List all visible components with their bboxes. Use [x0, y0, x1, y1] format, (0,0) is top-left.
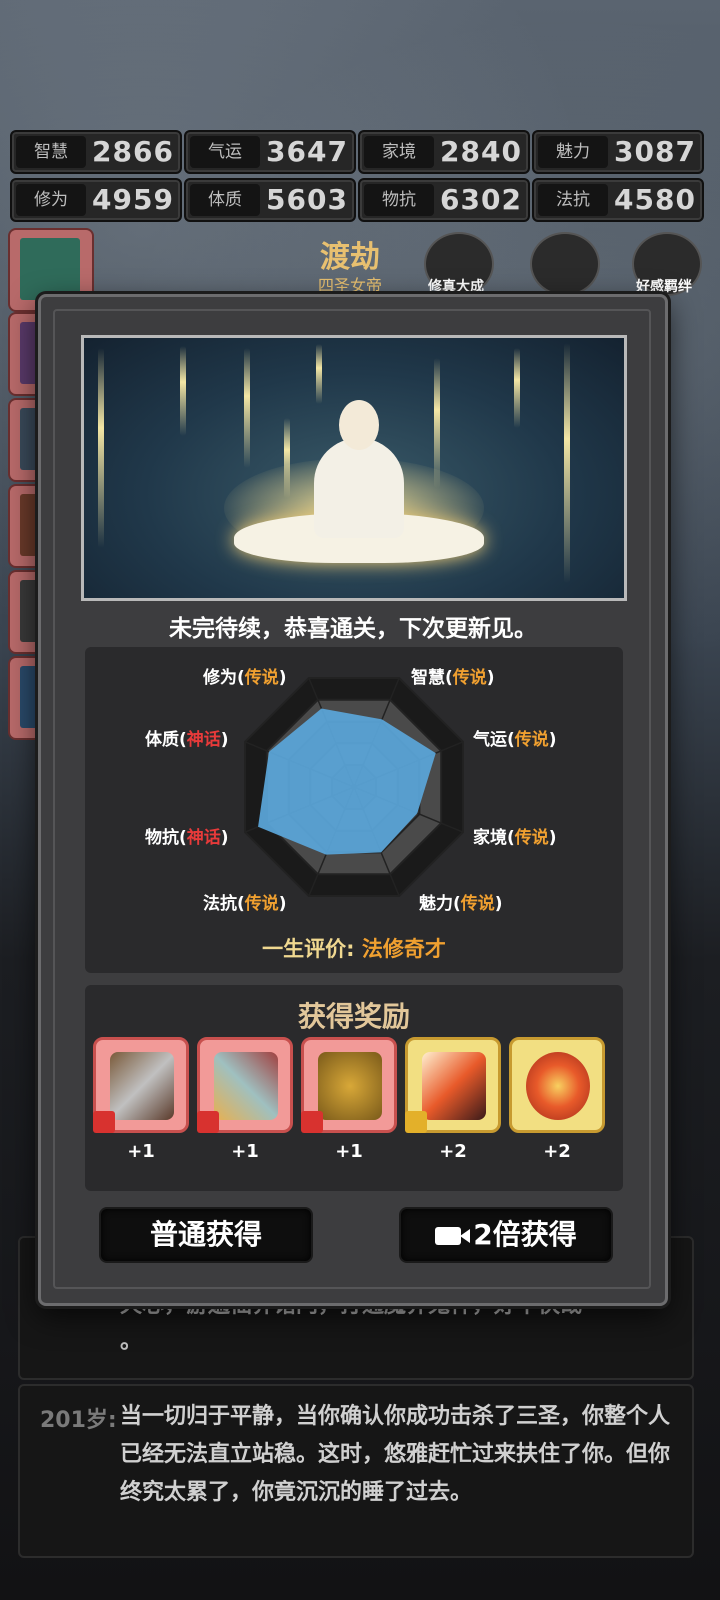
stat-magic-resist: 法抗 4580 — [532, 178, 704, 222]
ending-caption: 未完待续，恭喜通关，下次更新见。 — [169, 616, 537, 642]
axis-phys-resist: 物抗(神话) — [145, 828, 229, 848]
stat-value: 6302 — [440, 183, 522, 216]
meditation-label: 修真大成 — [428, 279, 484, 295]
ascension-scene-image — [81, 335, 627, 601]
stat-value: 4959 — [92, 183, 174, 216]
double-claim-button[interactable]: 2倍获得 — [401, 1209, 611, 1261]
stat-charm: 魅力 3087 — [532, 130, 704, 174]
reward-count: +1 — [335, 1141, 363, 1162]
stat-value: 3647 — [266, 135, 348, 168]
rewards-panel: 获得奖励 +1 +1 +1 +2 +2 — [85, 985, 623, 1191]
shield-token-icon — [318, 1052, 382, 1120]
stat-value: 2840 — [440, 135, 522, 168]
stat-label: 物抗 — [364, 184, 434, 216]
stat-luck: 气运 3647 — [184, 130, 356, 174]
evaluation-value: 法修奇才 — [361, 937, 446, 961]
realm-subtitle: 四圣女帝 — [317, 276, 382, 295]
log-age: 201岁: — [40, 1408, 117, 1433]
battle-axe-icon — [110, 1052, 174, 1120]
life-evaluation: 一生评价: 法修奇才 — [85, 933, 623, 963]
rewards-title: 获得奖励 — [297, 1000, 410, 1033]
ending-modal: 未完待续，恭喜通关，下次更新见。 修为(传说) 智慧(传说) 气运(传说) 家境… — [38, 294, 668, 1306]
stat-value: 5603 — [266, 183, 348, 216]
double-claim-label: 2倍获得 — [473, 1218, 577, 1251]
flame-feather-icon — [422, 1052, 486, 1120]
axis-magic-resist: 法抗(传说) — [203, 894, 287, 914]
affection-label: 好感羁绊 — [636, 279, 692, 295]
reward-item[interactable] — [301, 1037, 397, 1133]
cloud-icon[interactable] — [530, 232, 600, 296]
axis-charm: 魅力(传说) — [419, 894, 503, 914]
video-camera-icon — [435, 1227, 471, 1245]
axis-luck: 气运(传说) — [473, 730, 557, 750]
log-text: 当一切归于平静，当你确认你成功击杀了三圣，你整个人已经无法直立站稳。这时，悠雅赶… — [120, 1404, 671, 1505]
reward-count: +2 — [543, 1141, 571, 1162]
stat-cultivation: 修为 4959 — [10, 178, 182, 222]
axis-cultivation: 修为(传说) — [203, 668, 287, 688]
reward-item[interactable] — [509, 1037, 605, 1133]
axis-constitution: 体质(神话) — [145, 730, 229, 750]
normal-claim-button[interactable]: 普通获得 — [101, 1209, 311, 1261]
stat-family: 家境 2840 — [358, 130, 530, 174]
stat-constitution: 体质 5603 — [184, 178, 356, 222]
reward-count: +1 — [231, 1141, 259, 1162]
stat-wisdom: 智慧 2866 — [10, 130, 182, 174]
realm-title: 渡劫 — [320, 240, 380, 275]
stat-phys-resist: 物抗 6302 — [358, 178, 530, 222]
lotus-orb-icon — [526, 1052, 590, 1120]
stat-label: 法抗 — [538, 184, 608, 216]
axis-family: 家境(传说) — [473, 828, 557, 848]
sword-icon — [214, 1052, 278, 1120]
reward-item[interactable] — [405, 1037, 501, 1133]
axis-wisdom: 智慧(传说) — [411, 668, 495, 688]
stat-label: 家境 — [364, 136, 434, 168]
stat-label: 体质 — [190, 184, 260, 216]
attribute-radar-panel: 修为(传说) 智慧(传说) 气运(传说) 家境(传说) 魅力(传说) 法抗(传说… — [85, 647, 623, 973]
radar-chart — [243, 676, 465, 898]
stat-value: 3087 — [614, 135, 696, 168]
stat-value: 4580 — [614, 183, 696, 216]
reward-count: +2 — [439, 1141, 467, 1162]
stat-label: 修为 — [16, 184, 86, 216]
stat-value: 2866 — [92, 135, 174, 168]
evaluation-label: 一生评价: — [262, 937, 355, 961]
stat-label: 魅力 — [538, 136, 608, 168]
reward-item[interactable] — [93, 1037, 189, 1133]
stat-label: 气运 — [190, 136, 260, 168]
reward-item[interactable] — [197, 1037, 293, 1133]
stat-label: 智慧 — [16, 136, 86, 168]
reward-count: +1 — [127, 1141, 155, 1162]
log-line: 。 — [120, 1329, 143, 1354]
